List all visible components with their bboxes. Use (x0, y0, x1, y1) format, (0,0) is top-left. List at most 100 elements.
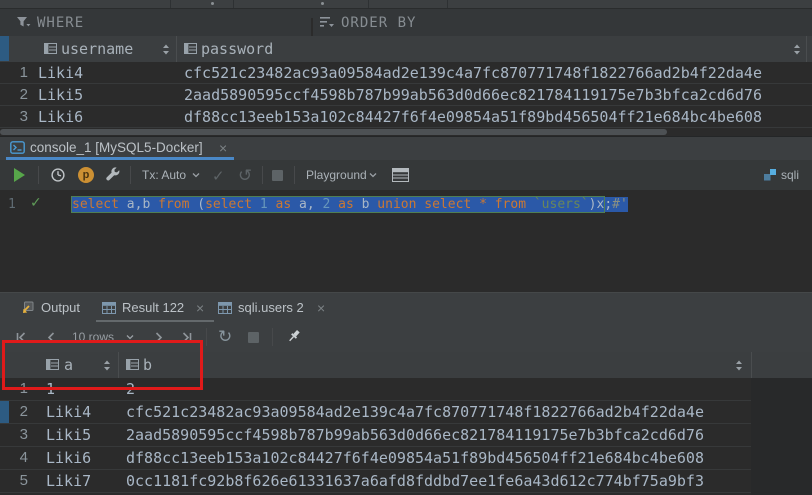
sql-code-line[interactable]: select a,b from (select 1 as a, 2 as b u… (72, 196, 628, 214)
pin-icon[interactable] (286, 328, 302, 345)
column-header-username[interactable]: username (61, 40, 133, 58)
cell-password[interactable]: 2aad5890595ccf4598b787b99ab563d0d66ec821… (184, 86, 762, 104)
schema-selector[interactable]: sqli (781, 168, 799, 182)
grid-filter-bar: WHERE ORDER BY (0, 9, 812, 36)
table-row[interactable]: 2 Liki5 2aad5890595ccf4598b787b99ab563d0… (0, 84, 812, 106)
cell-a[interactable]: Liki7 (46, 472, 91, 490)
run-button[interactable] (14, 168, 25, 182)
cell-a[interactable]: Liki4 (46, 403, 91, 421)
divider (206, 328, 207, 346)
close-icon[interactable]: × (196, 301, 204, 315)
edit-as-table-icon[interactable] (392, 168, 409, 182)
editor-tab-bar: console_1 [MySQL5-Docker] × (0, 137, 812, 160)
cell-a[interactable]: Liki5 (46, 426, 91, 444)
row-number: 3 (0, 426, 28, 443)
result-grid-icon (102, 302, 116, 314)
result-grid-icon (218, 302, 232, 314)
console-icon (10, 141, 25, 154)
result-row[interactable]: 4 Liki6 df88cc13eeb153a102c84427f6f4e098… (0, 447, 751, 470)
cell-password[interactable]: df88cc13eeb153a102c84427f6f4e09854a51f89… (184, 108, 762, 126)
cell-a[interactable]: Liki6 (46, 449, 91, 467)
sort-icon[interactable] (162, 44, 170, 55)
result-row[interactable]: 3 Liki5 2aad5890595ccf4598b787b99ab563d0… (0, 424, 751, 447)
tab-sqli-users-label: sqli.users 2 (238, 300, 304, 315)
playground-dropdown[interactable]: Playground (306, 168, 367, 182)
tab-sqli-users[interactable]: sqli.users 2 × (216, 296, 326, 320)
selected-sql-statement[interactable]: select a,b from (select 1 as a, 2 as b u… (72, 197, 604, 212)
bottom-tab-bar: Output Result 122 × sqli.users 2 (0, 292, 812, 323)
gutter-selection-stripe (0, 36, 9, 61)
annotation-red-box (2, 340, 203, 390)
result-grid-empty-area (751, 378, 812, 495)
chevron-down-icon[interactable] (192, 173, 200, 178)
column-divider (751, 352, 752, 378)
schema-icon[interactable] (763, 168, 777, 182)
statement-ok-check-icon: ✓ (30, 195, 42, 211)
divider (447, 0, 448, 8)
sort-icon[interactable] (793, 44, 801, 55)
sql-editor[interactable]: 1 ✓ select a,b from (select 1 as a, 2 as… (0, 190, 812, 292)
cell-username[interactable]: Liki6 (38, 108, 83, 126)
tab-console-title: console_1 [MySQL5-Docker] (30, 140, 203, 155)
order-by-icon[interactable] (320, 17, 334, 29)
divider (130, 166, 131, 184)
close-icon[interactable]: × (219, 141, 227, 155)
line-number: 1 (8, 197, 16, 212)
output-icon (20, 301, 34, 315)
cell-b[interactable]: 0cc1181fc92b8f626e61331637a6afd8fddbd7ee… (126, 472, 704, 490)
tab-result[interactable]: Result 122 × (100, 296, 212, 320)
parameters-p-icon[interactable]: p (78, 167, 94, 183)
order-by-filter-input[interactable]: ORDER BY (341, 15, 416, 31)
row-number: 2 (0, 403, 28, 420)
horizontal-scrollbar (0, 128, 812, 137)
row-number: 3 (0, 108, 28, 125)
console-toolbar: p Tx: Auto ✓ ↺ Playground sqli (0, 160, 812, 191)
divider (233, 0, 234, 8)
cell-username[interactable]: Liki5 (38, 86, 83, 104)
cell-username[interactable]: Liki4 (38, 64, 83, 82)
table-row[interactable]: 1 Liki4 cfc521c23482ac93a09584ad2e139c4a… (0, 62, 812, 84)
history-clock-icon[interactable] (50, 167, 66, 183)
row-number: 2 (0, 86, 28, 103)
chevron-down-icon[interactable] (369, 173, 377, 178)
where-filter-input[interactable]: WHERE (37, 15, 84, 31)
cell-password[interactable]: cfc521c23482ac93a09584ad2e139c4a7fc87077… (184, 64, 762, 82)
divider (170, 0, 171, 8)
column-header-password[interactable]: password (201, 40, 273, 58)
tab-output[interactable]: Output (18, 296, 90, 320)
tab-output-label: Output (41, 300, 80, 315)
row-number: 4 (0, 449, 28, 466)
column-icon (184, 43, 197, 54)
table-row[interactable]: 3 Liki6 df88cc13eeb153a102c84427f6f4e098… (0, 106, 812, 128)
tab-result-label: Result 122 (122, 300, 184, 315)
divider (38, 166, 39, 184)
decorative-dot (211, 2, 214, 5)
rollback-icon[interactable]: ↺ (238, 166, 252, 186)
close-icon[interactable]: × (317, 301, 325, 315)
sort-icon[interactable] (735, 360, 743, 371)
horizontal-scrollbar-thumb[interactable] (0, 129, 667, 135)
sql-statement-tail[interactable]: ;#' (604, 197, 627, 212)
refresh-icon[interactable]: ↻ (218, 327, 232, 347)
row-number: 1 (0, 64, 28, 81)
column-divider[interactable] (176, 36, 177, 62)
filter-funnel-icon[interactable] (16, 16, 31, 29)
cell-b[interactable]: cfc521c23482ac93a09584ad2e139c4a7fc87077… (126, 403, 704, 421)
wrench-icon[interactable] (104, 167, 121, 183)
divider (262, 166, 263, 184)
row-number: 5 (0, 472, 28, 489)
decorative-dot (321, 2, 324, 5)
database-ide-window: WHERE ORDER BY username password (0, 0, 812, 495)
divider (294, 166, 295, 184)
result-row[interactable]: 5 Liki7 0cc1181fc92b8f626e61331637a6afd8… (0, 470, 751, 493)
divider (368, 0, 369, 8)
commit-check-icon[interactable]: ✓ (212, 167, 225, 185)
stop-button[interactable] (272, 170, 283, 181)
cell-b[interactable]: df88cc13eeb153a102c84427f6f4e09854a51f89… (126, 449, 704, 467)
clipped-top-toolbar (0, 0, 812, 9)
divider (272, 328, 273, 346)
tx-mode-dropdown[interactable]: Tx: Auto (142, 168, 186, 182)
result-row[interactable]: 2 Liki4 cfc521c23482ac93a09584ad2e139c4a… (0, 401, 751, 424)
cell-b[interactable]: 2aad5890595ccf4598b787b99ab563d0d66ec821… (126, 426, 704, 444)
stop-query-button[interactable] (248, 332, 259, 343)
